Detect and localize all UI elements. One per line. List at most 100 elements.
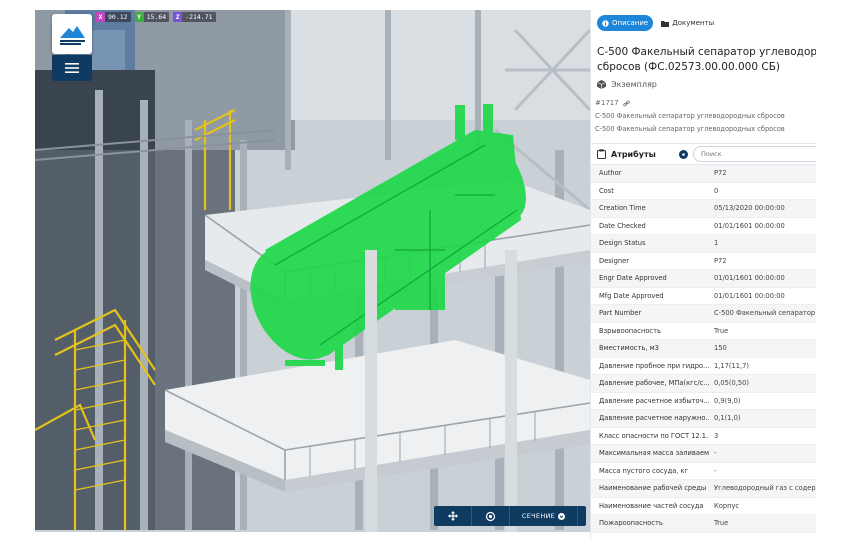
target-button[interactable] [472, 506, 510, 526]
attribute-key: Наименование рабочей среды [599, 484, 707, 493]
object-description: С-500 Факельный сепаратор углеводородных… [595, 112, 785, 120]
z-axis-badge: Z [173, 12, 183, 22]
attribute-row[interactable]: Mfg Date Approved 01/01/1601 00:00:00 [591, 288, 816, 305]
app-logo[interactable] [52, 14, 92, 54]
attribute-value: 01/01/1601 00:00:00 [714, 274, 785, 283]
attribute-row[interactable]: Part Number С-500 Факельный сепаратор [591, 305, 816, 323]
attribute-row[interactable]: Максимальная масса заливаем... - [591, 445, 816, 463]
id-row: #1717 [591, 89, 816, 107]
tab-description[interactable]: Описание [597, 15, 654, 31]
attribute-row[interactable]: Design Status 1 [591, 235, 816, 253]
filter-toggle-icon[interactable] [679, 149, 688, 159]
section-button[interactable]: СЕЧЕНИЕ [510, 506, 578, 526]
object-title: С-500 Факельный сепаратор углеводород сб… [591, 35, 816, 75]
attribute-value: True [714, 519, 729, 528]
attribute-row[interactable]: Масса пустого сосуда, кг - [591, 463, 816, 480]
attribute-row[interactable]: Author P72 [591, 165, 816, 183]
attribute-row[interactable]: Пожароопасность True [591, 515, 816, 533]
attribute-value: 150 [714, 344, 727, 353]
attributes-header: Атрибуты [591, 143, 816, 165]
attribute-value: С-500 Факельный сепаратор [714, 309, 816, 318]
attribute-row[interactable]: Cost 0 [591, 183, 816, 200]
attribute-row[interactable]: Вместимость, м3 150 [591, 340, 816, 358]
attribute-row[interactable]: Наименование частей сосуда Корпус [591, 498, 816, 515]
logo-icon [60, 26, 85, 45]
attribute-row[interactable]: Designer P72 [591, 253, 816, 270]
attribute-value: 01/01/1601 00:00:00 [714, 221, 785, 230]
instance-row: Экземпляр [591, 75, 816, 89]
viewport-toolbar: СЕЧЕНИЕ [434, 506, 586, 526]
menu-button[interactable] [52, 55, 92, 81]
link-icon[interactable] [622, 100, 630, 107]
toolbar-more[interactable] [578, 506, 586, 526]
properties-panel: Описание Документы С-500 Факельный сепар… [590, 10, 816, 539]
attribute-key: Масса пустого сосуда, кг [599, 466, 689, 475]
attribute-row[interactable]: Engr Date Approved 01/01/1601 00:00:00 [591, 270, 816, 288]
attribute-key: Creation Time [599, 204, 646, 213]
attribute-key: Давление пробное при гидро... [599, 361, 709, 370]
attribute-value: 1 [714, 239, 719, 248]
attribute-value: Корпус [714, 501, 740, 510]
plant-model-render[interactable] [35, 10, 590, 532]
attribute-value: - [714, 466, 717, 475]
attribute-key: Максимальная масса заливаем... [599, 449, 709, 458]
attribute-value: - [714, 449, 717, 458]
attribute-row[interactable]: Наименование рабочей среды Углеводородный… [591, 480, 816, 498]
attributes-table: Author P72 Cost 0 Creation Time 05/13/2020 00… [591, 165, 816, 533]
instance-label: Экземпляр [611, 80, 657, 89]
attribute-key: Cost [599, 186, 614, 195]
attributes-label: Атрибуты [611, 149, 656, 159]
tab-documents-label: Документы [672, 19, 715, 27]
hamburger-icon [65, 63, 79, 73]
z-value: -214.71 [185, 13, 213, 21]
attribute-key: Давление расчетное избыточ... [599, 396, 709, 405]
object-description-2: С-500 Факельный сепаратор углеводородных… [595, 125, 785, 133]
folder-icon [661, 20, 670, 27]
attribute-key: Design Status [599, 239, 646, 248]
coordinate-readout: X 90.12 Y 15.64 Z -214.71 [96, 12, 216, 22]
attribute-value: 05/13/2020 00:00:00 [714, 204, 785, 213]
attributes-search-input[interactable] [693, 146, 816, 162]
attribute-key: Вместимость, м3 [599, 344, 659, 353]
attribute-key: Давление расчетное наружно... [599, 414, 709, 423]
attribute-value: 0,05(0,50) [714, 379, 749, 388]
attribute-key: Author [599, 169, 622, 178]
object-title-line1: С-500 Факельный сепаратор углеводород [597, 46, 816, 58]
coord-z: Z -214.71 [173, 12, 216, 22]
3d-viewport[interactable]: X 90.12 Y 15.64 Z -214.71 СЕЧЕНИЕ [35, 10, 590, 532]
section-label: СЕЧЕНИЕ [521, 512, 556, 520]
object-id: #1717 [595, 99, 619, 107]
x-value: 90.12 [108, 13, 128, 21]
attribute-value: 0,1(1,0) [714, 414, 741, 423]
attribute-key: Класс опасности по ГОСТ 12.1... [599, 431, 709, 440]
attribute-key: Part Number [599, 309, 642, 318]
move-button[interactable] [434, 506, 472, 526]
attribute-row[interactable]: Creation Time 05/13/2020 00:00:00 [591, 200, 816, 218]
attribute-row[interactable]: Давление расчетное избыточ... 0,9(9,0) [591, 393, 816, 410]
attribute-key: Пожароопасность [599, 519, 663, 528]
attribute-key: Date Checked [599, 221, 646, 230]
y-axis-badge: Y [134, 12, 144, 22]
clipboard-icon [597, 149, 606, 159]
app-root: X 90.12 Y 15.64 Z -214.71 СЕЧЕНИЕ Описан… [0, 0, 850, 539]
y-value: 15.64 [146, 13, 167, 21]
info-icon [602, 19, 609, 27]
move-icon [447, 511, 458, 521]
attribute-row[interactable]: Давление расчетное наружно... 0,1(1,0) [591, 410, 816, 428]
x-axis-badge: X [96, 12, 105, 22]
attribute-value: True [714, 326, 729, 335]
attribute-row[interactable]: Давление пробное при гидро... 1,17(11,7) [591, 358, 816, 375]
attribute-key: Mfg Date Approved [599, 291, 664, 300]
attribute-row[interactable]: Date Checked 01/01/1601 00:00:00 [591, 218, 816, 235]
attribute-row[interactable]: Взрывоопасность True [591, 323, 816, 340]
attribute-value: P72 [714, 169, 727, 178]
attribute-row[interactable]: Класс опасности по ГОСТ 12.1... 3 [591, 428, 816, 445]
coord-y: Y 15.64 [134, 12, 170, 22]
tab-description-label: Описание [612, 19, 649, 27]
panel-tabs: Описание Документы [591, 10, 816, 35]
cube-icon [597, 80, 606, 89]
attribute-row[interactable]: Давление рабочее, МПа(кгс/с... 0,05(0,50) [591, 375, 816, 393]
attribute-key: Designer [599, 256, 629, 265]
tab-documents[interactable]: Документы [656, 15, 719, 31]
target-icon [485, 511, 496, 521]
